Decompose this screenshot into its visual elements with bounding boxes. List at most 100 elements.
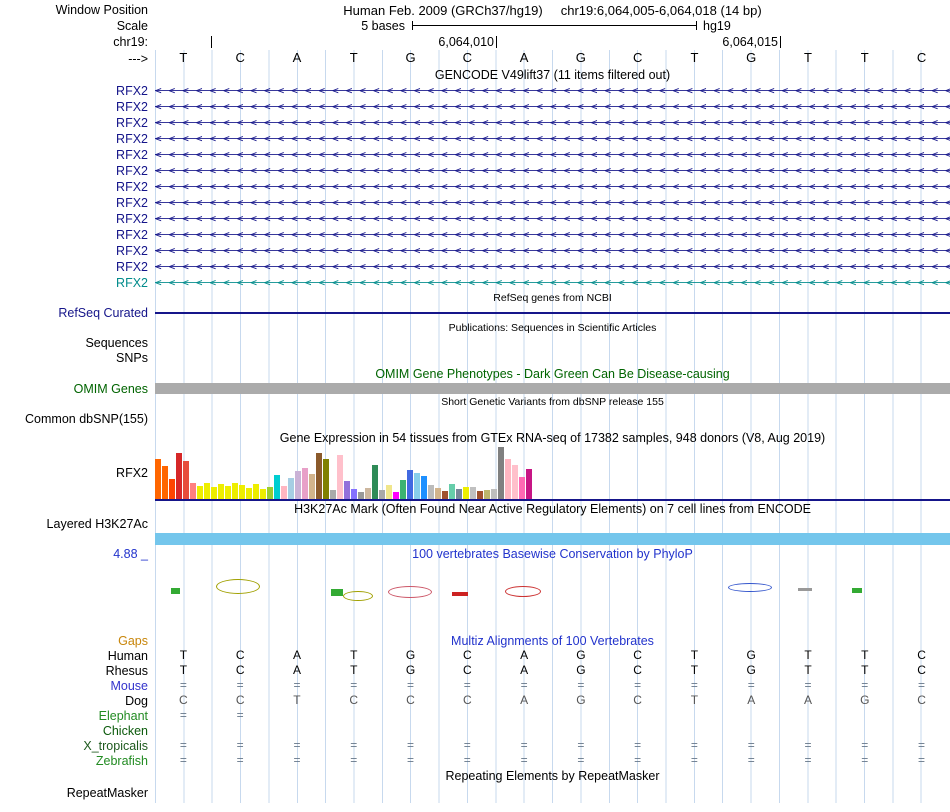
alignment-cell: =	[179, 738, 187, 752]
gene-label[interactable]: RFX2	[0, 276, 155, 290]
gene-model[interactable]: <<<<<<<<<<<<<<<<<<<<<<<<<<<<<<<<<<<<<<<<…	[155, 115, 950, 131]
phylop-max-value: 4.88 _	[113, 546, 148, 561]
gtex-tissue-bar	[288, 478, 294, 499]
h3k27ac-track-label[interactable]: Layered H3K27Ac	[0, 517, 155, 531]
species-label[interactable]: X_tropicalis	[0, 739, 155, 753]
coord-value: 6,064,015	[722, 35, 778, 49]
gtex-track-title[interactable]: Gene Expression in 54 tissues from GTEx …	[280, 431, 825, 445]
phylop-track-title[interactable]: 100 vertebrates Basewise Conservation by…	[412, 547, 693, 561]
gene-label[interactable]: RFX2	[0, 244, 155, 258]
gene-model[interactable]: <<<<<<<<<<<<<<<<<<<<<<<<<<<<<<<<<<<<<<<<…	[155, 131, 950, 147]
gene-model[interactable]: <<<<<<<<<<<<<<<<<<<<<<<<<<<<<<<<<<<<<<<<…	[155, 275, 950, 291]
refseq-curated-item[interactable]	[155, 312, 950, 314]
dbsnp-track-title[interactable]: Short Genetic Variants from dbSNP releas…	[441, 396, 664, 408]
gene-model[interactable]: <<<<<<<<<<<<<<<<<<<<<<<<<<<<<<<<<<<<<<<<…	[155, 99, 950, 115]
species-label[interactable]: Mouse	[0, 679, 155, 693]
gtex-tissue-bar	[225, 486, 231, 499]
omim-genes-bar[interactable]	[155, 383, 950, 394]
gene-label[interactable]: RFX2	[0, 132, 155, 146]
alignment-cell: =	[804, 738, 812, 752]
gtex-gene-label[interactable]: RFX2	[0, 466, 155, 480]
alignment-cells: = = = = = = = = = = = = = =	[155, 753, 950, 768]
omim-track-title[interactable]: OMIM Gene Phenotypes - Dark Green Can Be…	[375, 367, 729, 381]
gene-label[interactable]: RFX2	[0, 100, 155, 114]
species-label[interactable]: Chicken	[0, 724, 155, 738]
gtex-tissue-bar	[414, 473, 420, 499]
gene-row: RFX2 <<<<<<<<<<<<<<<<<<<<<<<<<<<<<<<<<<<<…	[0, 211, 950, 227]
window-position-label: Window Position	[55, 3, 148, 17]
gene-model[interactable]: <<<<<<<<<<<<<<<<<<<<<<<<<<<<<<<<<<<<<<<<…	[155, 259, 950, 275]
species-label[interactable]: Elephant	[0, 709, 155, 723]
gtex-tissue-bar	[456, 489, 462, 499]
coord-tick	[780, 36, 781, 48]
gene-label[interactable]: RFX2	[0, 260, 155, 274]
alignment-cell: =	[407, 738, 415, 752]
gtex-expression-chart[interactable]	[155, 445, 950, 501]
gene-label[interactable]: RFX2	[0, 116, 155, 130]
gene-label[interactable]: RFX2	[0, 228, 155, 242]
h3k27ac-track-title[interactable]: H3K27Ac Mark (Often Found Near Active Re…	[294, 502, 811, 516]
alignment-cell: G	[405, 663, 416, 677]
species-label[interactable]: Dog	[0, 694, 155, 708]
gene-label[interactable]: RFX2	[0, 164, 155, 178]
species-row: Human T C A T G C A G C T G T T C	[0, 648, 950, 663]
alignment-cell: C	[406, 693, 415, 707]
repeatmasker-track-title[interactable]: Repeating Elements by RepeatMasker	[445, 769, 659, 783]
sequences-track-label[interactable]: Sequences	[0, 336, 155, 350]
gencode-title-row: GENCODE V49lift37 (11 items filtered out…	[0, 67, 950, 83]
alignment-cell: G	[860, 693, 870, 707]
gene-label[interactable]: RFX2	[0, 196, 155, 210]
alignment-cell: C	[179, 693, 188, 707]
phylop-mark	[452, 592, 468, 596]
alignment-cell	[325, 708, 382, 723]
species-label[interactable]: Human	[0, 649, 155, 663]
gtex-tissue-bar	[176, 453, 182, 499]
gene-model[interactable]: <<<<<<<<<<<<<<<<<<<<<<<<<<<<<<<<<<<<<<<<…	[155, 211, 950, 227]
refseq-track-title[interactable]: RefSeq genes from NCBI	[493, 292, 611, 304]
alignment-cell: =	[918, 678, 926, 692]
omim-genes-label[interactable]: OMIM Genes	[0, 382, 155, 396]
phylop-mark	[388, 586, 432, 598]
sequences-row: Sequences	[0, 335, 950, 350]
gtex-title-row: Gene Expression in 54 tissues from GTEx …	[0, 430, 950, 445]
species-label[interactable]: Rhesus	[0, 664, 155, 678]
alignment-cell: =	[634, 753, 642, 767]
gene-model[interactable]: <<<<<<<<<<<<<<<<<<<<<<<<<<<<<<<<<<<<<<<<…	[155, 227, 950, 243]
gene-label[interactable]: RFX2	[0, 180, 155, 194]
phylop-mark	[852, 588, 862, 593]
reverse-strand-arrows: <<<<<<<<<<<<<<<<<<<<<<<<<<<<<<<<<<<<<<<<…	[155, 276, 950, 289]
multiz-track-title[interactable]: Multiz Alignments of 100 Vertebrates	[451, 634, 654, 648]
gaps-track-label[interactable]: Gaps	[0, 634, 155, 648]
gene-label[interactable]: RFX2	[0, 212, 155, 226]
phylop-title-row: 4.88 _ 100 vertebrates Basewise Conserva…	[0, 546, 950, 561]
base-letter: T	[349, 50, 358, 65]
gtex-tissue-bar	[393, 492, 399, 499]
gene-model[interactable]: <<<<<<<<<<<<<<<<<<<<<<<<<<<<<<<<<<<<<<<<…	[155, 179, 950, 195]
species-label[interactable]: Zebrafish	[0, 754, 155, 768]
alignment-cell: T	[350, 663, 358, 677]
dbsnp-track-label[interactable]: Common dbSNP(155)	[0, 412, 155, 426]
publications-track-title[interactable]: Publications: Sequences in Scientific Ar…	[449, 322, 657, 334]
h3k27ac-signal-bar[interactable]	[155, 533, 950, 545]
phylop-conservation-plot[interactable]	[155, 561, 950, 611]
alignment-cell: T	[861, 663, 869, 677]
gene-row: RFX2 <<<<<<<<<<<<<<<<<<<<<<<<<<<<<<<<<<<<…	[0, 275, 950, 291]
refseq-curated-label[interactable]: RefSeq Curated	[0, 306, 155, 320]
gene-model[interactable]: <<<<<<<<<<<<<<<<<<<<<<<<<<<<<<<<<<<<<<<<…	[155, 147, 950, 163]
snps-track-label[interactable]: SNPs	[0, 351, 155, 365]
repeatmasker-track-label[interactable]: RepeatMasker	[0, 786, 155, 800]
alignment-cell: C	[917, 648, 926, 662]
reverse-strand-arrows: <<<<<<<<<<<<<<<<<<<<<<<<<<<<<<<<<<<<<<<<…	[155, 116, 950, 129]
alignment-cells: = = = = = = = = = = = = = =	[155, 738, 950, 753]
gene-model[interactable]: <<<<<<<<<<<<<<<<<<<<<<<<<<<<<<<<<<<<<<<<…	[155, 163, 950, 179]
omim-bar-row: OMIM Genes	[0, 382, 950, 396]
gene-model[interactable]: <<<<<<<<<<<<<<<<<<<<<<<<<<<<<<<<<<<<<<<<…	[155, 195, 950, 211]
gene-model[interactable]: <<<<<<<<<<<<<<<<<<<<<<<<<<<<<<<<<<<<<<<<…	[155, 83, 950, 99]
gene-label[interactable]: RFX2	[0, 84, 155, 98]
gene-label[interactable]: RFX2	[0, 148, 155, 162]
alignment-cell	[439, 708, 496, 723]
gene-model[interactable]: <<<<<<<<<<<<<<<<<<<<<<<<<<<<<<<<<<<<<<<<…	[155, 243, 950, 259]
gencode-track-title[interactable]: GENCODE V49lift37 (11 items filtered out…	[435, 68, 670, 82]
dbsnp-title-row: Short Genetic Variants from dbSNP releas…	[0, 395, 950, 408]
reverse-strand-arrows: <<<<<<<<<<<<<<<<<<<<<<<<<<<<<<<<<<<<<<<<…	[155, 100, 950, 113]
